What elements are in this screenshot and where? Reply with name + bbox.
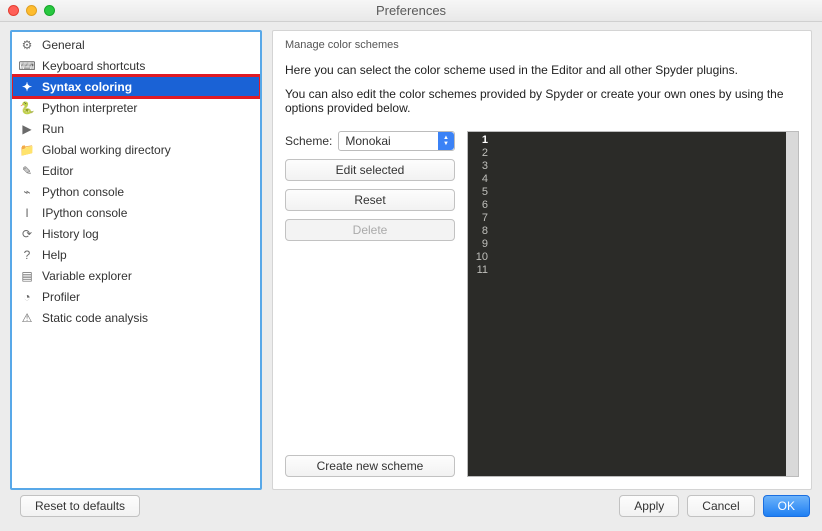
- sidebar-item-global-working-directory[interactable]: 📁 Global working directory: [12, 139, 260, 160]
- description-text-2: You can also edit the color schemes prov…: [285, 87, 799, 115]
- variable-explorer-icon: ▤: [20, 269, 34, 283]
- sidebar-item-variable-explorer[interactable]: ▤ Variable explorer: [12, 265, 260, 286]
- window-title: Preferences: [0, 3, 822, 18]
- chevron-updown-icon: ▲▼: [438, 132, 454, 150]
- sidebar-item-syntax-coloring[interactable]: ✦ Syntax coloring: [12, 76, 260, 97]
- ok-button[interactable]: OK: [763, 495, 810, 517]
- line-number: 8: [470, 225, 488, 238]
- python-console-icon: ⌁: [20, 185, 34, 199]
- sidebar-item-history-log[interactable]: ⟳ History log: [12, 223, 260, 244]
- apply-button[interactable]: Apply: [619, 495, 679, 517]
- line-number: 10: [470, 251, 488, 264]
- sidebar-item-label: General: [42, 38, 85, 52]
- edit-selected-button[interactable]: Edit selected: [285, 159, 455, 181]
- sidebar-item-label: Static code analysis: [42, 311, 148, 325]
- dialog-footer: Reset to defaults Apply Cancel OK: [0, 490, 822, 522]
- history-log-icon: ⟳: [20, 227, 34, 241]
- line-number: 1: [470, 134, 488, 147]
- syntax-coloring-panel: Manage color schemes Here you can select…: [272, 30, 812, 490]
- line-number: 2: [470, 147, 488, 160]
- description-text-1: Here you can select the color scheme use…: [285, 63, 799, 77]
- sidebar-item-editor[interactable]: ✎ Editor: [12, 160, 260, 181]
- sidebar-item-run[interactable]: ▶ Run: [12, 118, 260, 139]
- sidebar-item-python-console[interactable]: ⌁ Python console: [12, 181, 260, 202]
- profiler-icon: ◔: [20, 290, 34, 304]
- line-number: 7: [470, 212, 488, 225]
- line-number: 5: [470, 186, 488, 199]
- sidebar-item-python-interpreter[interactable]: 🐍 Python interpreter: [12, 97, 260, 118]
- sidebar-item-label: Editor: [42, 164, 73, 178]
- sidebar-item-general[interactable]: ⚙ General: [12, 34, 260, 55]
- reset-button[interactable]: Reset: [285, 189, 455, 211]
- group-title: Manage color schemes: [285, 39, 799, 51]
- line-number: 4: [470, 173, 488, 186]
- sidebar-item-label: Keyboard shortcuts: [42, 59, 145, 73]
- sidebar-item-label: Profiler: [42, 290, 80, 304]
- minimize-window-button[interactable]: [26, 5, 37, 16]
- sidebar-item-keyboard-shortcuts[interactable]: ⌨ Keyboard shortcuts: [12, 55, 260, 76]
- sidebar-item-label: History log: [42, 227, 99, 241]
- sidebar-item-profiler[interactable]: ◔ Profiler: [12, 286, 260, 307]
- sidebar-item-help[interactable]: ? Help: [12, 244, 260, 265]
- scheme-label: Scheme:: [285, 134, 332, 148]
- help-icon: ?: [20, 248, 34, 262]
- delete-button: Delete: [285, 219, 455, 241]
- cancel-button[interactable]: Cancel: [687, 495, 754, 517]
- general-icon: ⚙: [20, 38, 34, 52]
- sidebar-item-label: Help: [42, 248, 67, 262]
- line-number: 3: [470, 160, 488, 173]
- sidebar-item-label: Variable explorer: [42, 269, 132, 283]
- sidebar-item-static-code-analysis[interactable]: ⚠ Static code analysis: [12, 307, 260, 328]
- line-number: 11: [470, 264, 488, 277]
- create-new-scheme-button[interactable]: Create new scheme: [285, 455, 455, 477]
- sidebar-item-ipython-console[interactable]: I IPython console: [12, 202, 260, 223]
- global-working-directory-icon: 📁: [20, 143, 34, 157]
- scheme-select[interactable]: Monokai ▲▼: [338, 131, 455, 151]
- sidebar-item-label: Run: [42, 122, 64, 136]
- editor-icon: ✎: [20, 164, 34, 178]
- zoom-window-button[interactable]: [44, 5, 55, 16]
- titlebar: Preferences: [0, 0, 822, 22]
- static-code-analysis-icon: ⚠: [20, 311, 34, 325]
- sidebar-item-label: Global working directory: [42, 143, 171, 157]
- python-interpreter-icon: 🐍: [20, 101, 34, 115]
- sidebar-item-label: Python interpreter: [42, 101, 137, 115]
- syntax-coloring-icon: ✦: [20, 80, 34, 94]
- line-number: 6: [470, 199, 488, 212]
- sidebar-item-label: Python console: [42, 185, 124, 199]
- sidebar-item-label: Syntax coloring: [42, 80, 132, 94]
- preferences-category-list[interactable]: ⚙ General ⌨ Keyboard shortcuts ✦ Syntax color…: [10, 30, 262, 490]
- scheme-selected-value: Monokai: [345, 134, 390, 148]
- sidebar-item-label: IPython console: [42, 206, 127, 220]
- scheme-preview-editor: 1234567891011: [467, 131, 799, 477]
- ipython-console-icon: I: [20, 206, 34, 220]
- reset-to-defaults-button[interactable]: Reset to defaults: [20, 495, 140, 517]
- run-icon: ▶: [20, 122, 34, 136]
- preview-scrollbar[interactable]: [786, 132, 798, 476]
- keyboard-shortcuts-icon: ⌨: [20, 59, 34, 73]
- line-number-gutter: 1234567891011: [468, 132, 492, 476]
- close-window-button[interactable]: [8, 5, 19, 16]
- line-number: 9: [470, 238, 488, 251]
